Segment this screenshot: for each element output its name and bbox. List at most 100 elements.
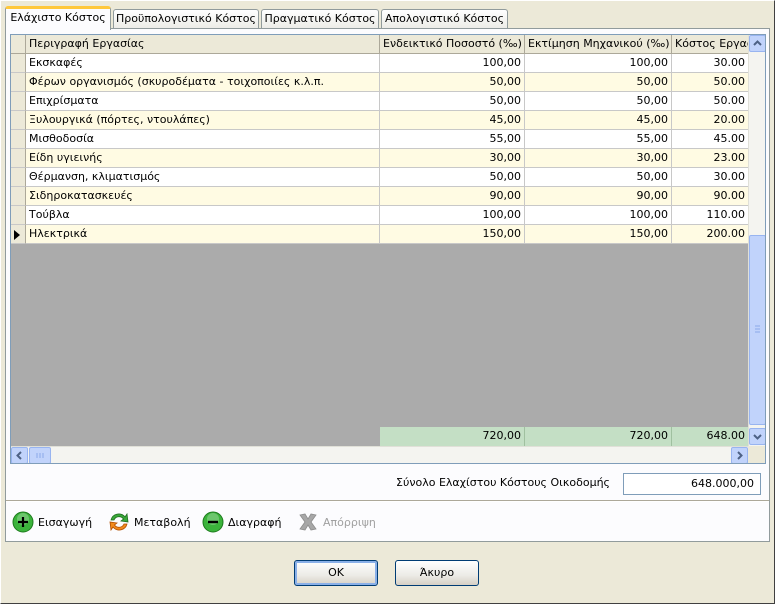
chevron-right-icon [737,451,743,460]
cell-description[interactable]: Τούβλα [26,206,380,225]
divider [6,500,769,502]
cell-work-cost[interactable]: 200.00 [672,225,748,244]
cell-indicative-percent[interactable]: 100,00 [380,54,525,73]
summary-label: Σύνολο Ελαχίστου Κόστους Οικοδομής [396,476,610,489]
row-indicator[interactable] [11,168,26,187]
cell-indicative-percent[interactable]: 50,00 [380,73,525,92]
column-header-engineer-estimate[interactable]: Εκτίμηση Μηχανικού (‰) [525,35,672,54]
edit-button[interactable]: Μεταβολή [108,510,191,534]
cell-engineer-estimate[interactable]: 45,00 [525,111,672,130]
table-row[interactable]: Ξυλουργικά (πόρτες, ντουλάπες) 45,00 45,… [11,111,748,130]
chevron-left-icon [16,451,22,460]
row-indicator[interactable] [11,111,26,130]
row-indicator[interactable] [11,130,26,149]
cell-work-cost[interactable]: 45.00 [672,130,748,149]
cell-description[interactable]: Φέρων οργανισμός (σκυροδέματα - τοιχοποι… [26,73,380,92]
cell-work-cost[interactable]: 90.00 [672,187,748,206]
cell-work-cost[interactable]: 110.00 [672,206,748,225]
cell-description[interactable]: Ηλεκτρικά [26,225,380,244]
grid-header-row: Περιγραφή Εργασίας Ενδεικτικό Ποσοστό (‰… [11,35,748,54]
refresh-arrows-icon [109,512,129,532]
tab-final-cost[interactable]: Απολογιστικό Κόστος [381,9,508,29]
cell-work-cost[interactable]: 23.00 [672,149,748,168]
grip-icon [36,453,44,458]
cell-work-cost[interactable]: 50.00 [672,92,748,111]
cell-indicative-percent[interactable]: 55,00 [380,130,525,149]
scroll-up-button[interactable] [749,35,765,52]
tab-minimum-cost[interactable]: Ελάχιστο Κόστος [5,6,111,30]
tab-budget-cost[interactable]: Προϋπολογιστικό Κόστος [113,9,259,29]
cell-engineer-estimate[interactable]: 150,00 [525,225,672,244]
cell-description[interactable]: Σιδηροκατασκευές [26,187,380,206]
grip-icon [755,325,760,333]
summary-total-field: 648.000,00 [623,473,761,495]
cell-description[interactable]: Ξυλουργικά (πόρτες, ντουλάπες) [26,111,380,130]
table-row[interactable]: Εκσκαφές 100,00 100,00 30.00 [11,54,748,73]
cell-engineer-estimate[interactable]: 55,00 [525,130,672,149]
cell-engineer-estimate[interactable]: 50,00 [525,168,672,187]
row-indicator[interactable] [11,54,26,73]
table-row[interactable]: Τούβλα 100,00 100,00 110.00 [11,206,748,225]
tab-actual-cost[interactable]: Πραγματικό Κόστος [261,9,379,29]
delete-button[interactable]: Διαγραφή [202,510,281,534]
horizontal-scroll-thumb[interactable] [29,447,51,463]
plus-circle-icon [12,511,34,533]
cell-engineer-estimate[interactable]: 100,00 [525,54,672,73]
cell-engineer-estimate[interactable]: 50,00 [525,73,672,92]
tab-panel-minimum-cost: Περιγραφή Εργασίας Ενδεικτικό Ποσοστό (‰… [5,28,770,542]
cell-description[interactable]: Θέρμανση, κλιματισμός [26,168,380,187]
column-header-work-cost[interactable]: Κόστος Εργασ [672,35,748,54]
row-indicator[interactable] [11,92,26,111]
cell-indicative-percent[interactable]: 100,00 [380,206,525,225]
cell-work-cost[interactable]: 30.00 [672,168,748,187]
table-row-current[interactable]: Ηλεκτρικά 150,00 150,00 200.00 [11,225,748,244]
table-row[interactable]: Φέρων οργανισμός (σκυροδέματα - τοιχοποι… [11,73,748,92]
cell-description[interactable]: Είδη υγιεινής [26,149,380,168]
row-indicator[interactable] [11,206,26,225]
chevron-down-icon [753,434,762,440]
scroll-left-button[interactable] [11,447,28,463]
horizontal-scrollbar[interactable] [11,446,748,463]
cell-description[interactable]: Εκσκαφές [26,54,380,73]
scroll-down-button[interactable] [749,428,765,445]
cell-indicative-percent[interactable]: 90,00 [380,187,525,206]
grid-totals-row: 720,00 720,00 648.00 [11,427,748,446]
table-row[interactable]: Είδη υγιεινής 30,00 30,00 23.00 [11,149,748,168]
cell-indicative-percent[interactable]: 150,00 [380,225,525,244]
cell-indicative-percent[interactable]: 45,00 [380,111,525,130]
table-row[interactable]: Σιδηροκατασκευές 90,00 90,00 90.00 [11,187,748,206]
total-engineer-estimate: 720,00 [525,427,672,446]
table-row[interactable]: Επιχρίσματα 50,00 50,00 50.00 [11,92,748,111]
cell-work-cost[interactable]: 20.00 [672,111,748,130]
table-row[interactable]: Μισθοδοσία 55,00 55,00 45.00 [11,130,748,149]
reject-button[interactable]: Απόρριψη [297,510,376,534]
column-header-description[interactable]: Περιγραφή Εργασίας [26,35,380,54]
row-indicator[interactable] [11,187,26,206]
table-row[interactable]: Θέρμανση, κλιματισμός 50,00 50,00 30.00 [11,168,748,187]
vertical-scrollbar[interactable] [748,35,765,446]
cell-indicative-percent[interactable]: 50,00 [380,168,525,187]
edit-label: Μεταβολή [134,515,191,529]
cell-engineer-estimate[interactable]: 90,00 [525,187,672,206]
totals-spacer [11,427,380,446]
cell-description[interactable]: Μισθοδοσία [26,130,380,149]
row-indicator[interactable] [11,149,26,168]
row-indicator[interactable] [11,73,26,92]
cell-engineer-estimate[interactable]: 30,00 [525,149,672,168]
cancel-button[interactable]: Άκυρο [395,560,479,586]
vertical-scroll-thumb[interactable] [749,235,765,425]
scrollbar-corner [748,446,765,463]
column-header-indicative-percent[interactable]: Ενδεικτικό Ποσοστό (‰) [380,35,525,54]
scroll-right-button[interactable] [731,447,748,463]
total-work-cost: 648.00 [672,427,748,446]
ok-button[interactable]: OK [294,560,378,586]
cell-work-cost[interactable]: 50.00 [672,73,748,92]
cell-description[interactable]: Επιχρίσματα [26,92,380,111]
cell-engineer-estimate[interactable]: 100,00 [525,206,672,225]
cell-indicative-percent[interactable]: 50,00 [380,92,525,111]
current-row-indicator[interactable] [11,225,26,244]
cell-engineer-estimate[interactable]: 50,00 [525,92,672,111]
cell-indicative-percent[interactable]: 30,00 [380,149,525,168]
insert-button[interactable]: Εισαγωγή [12,510,92,534]
cell-work-cost[interactable]: 30.00 [672,54,748,73]
